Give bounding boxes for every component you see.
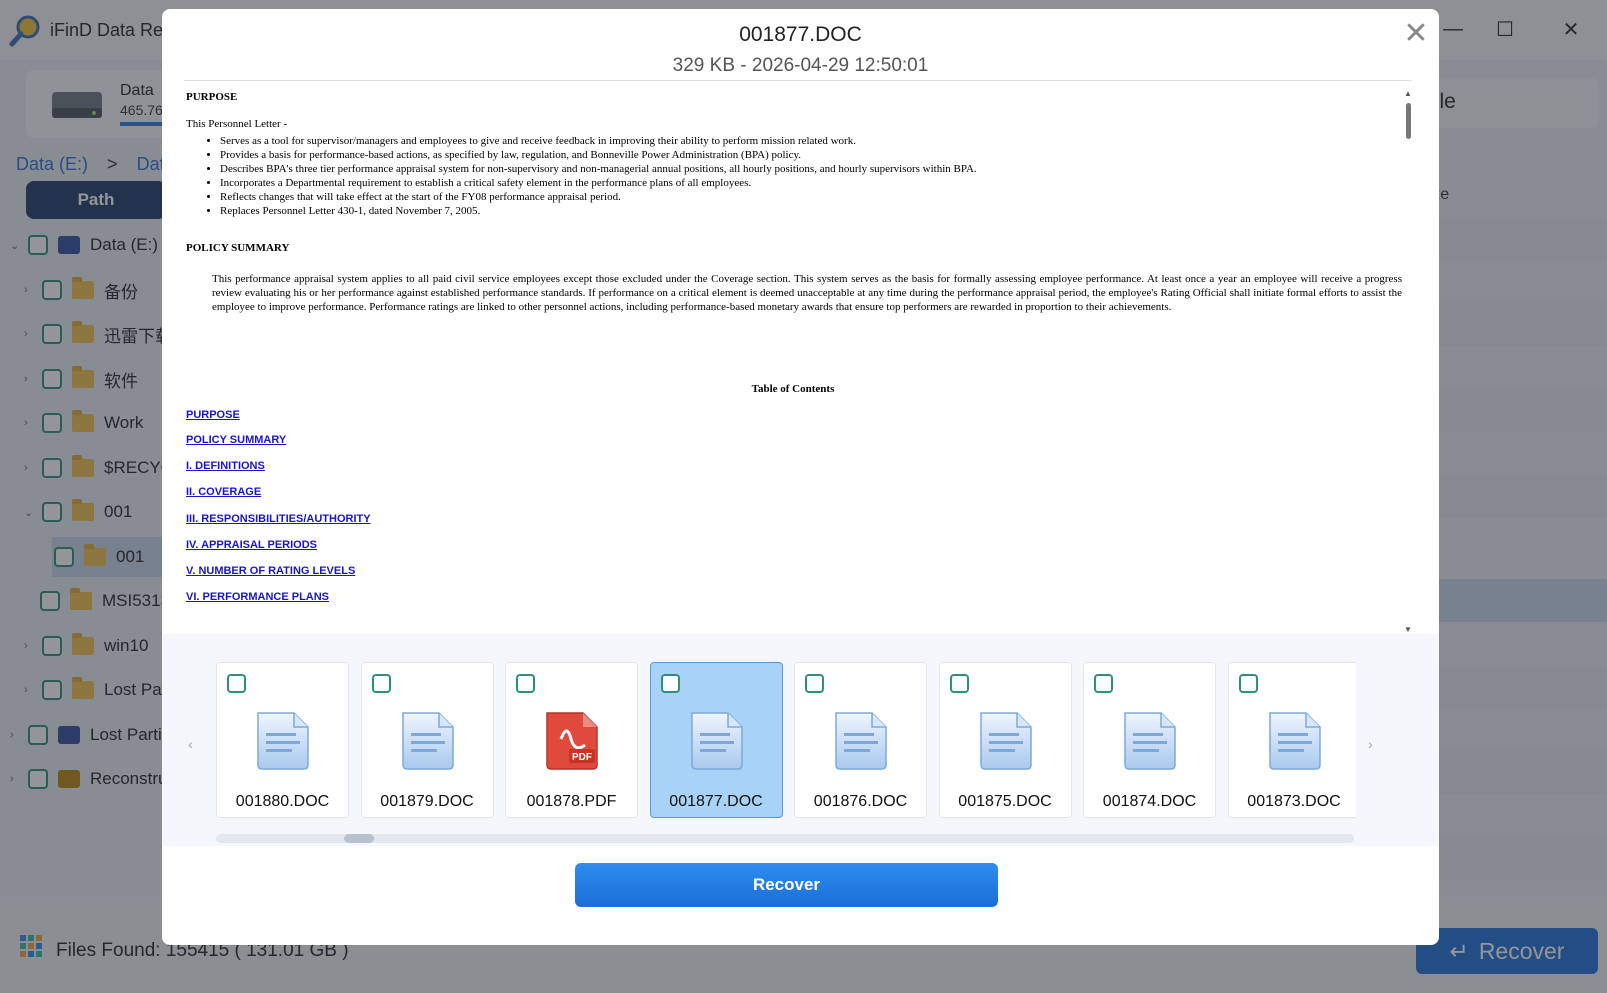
doc-bullet: Reflects changes that will take effect a… <box>220 190 977 204</box>
thumbnail-file-name: 001880.DOC <box>235 793 330 810</box>
thumbnail-card[interactable]: 001876.DOC <box>794 662 927 818</box>
recover-button[interactable]: Recover <box>575 863 998 907</box>
preview-dialog: 001877.DOC 329 KB - 2026-04-29 12:50:01 … <box>162 9 1439 945</box>
doc-policy-paragraph: This performance appraisal system applie… <box>212 273 1402 313</box>
doc-toc-link[interactable]: II. COVERAGE <box>186 486 261 498</box>
document-file-icon <box>252 709 314 771</box>
document-file-icon <box>397 709 459 771</box>
close-icon[interactable]: ✕ <box>1402 19 1430 49</box>
thumbnail-card[interactable]: PDF 001878.PDF <box>505 662 638 818</box>
doc-bullet: Replaces Personnel Letter 430-1, dated N… <box>220 204 977 218</box>
thumbnail-file-name: 001876.DOC <box>813 793 908 810</box>
thumbnail-checkbox[interactable] <box>1238 674 1258 693</box>
doc-toc-link[interactable]: IV. APPRAISAL PERIODS <box>186 539 317 551</box>
thumbnail-card[interactable]: 001874.DOC <box>1083 662 1216 818</box>
thumbnail-file-name: 001874.DOC <box>1102 793 1197 810</box>
doc-bullet: Incorporates a Departmental requirement … <box>220 176 977 190</box>
preview-file-info: 329 KB - 2026-04-29 12:50:01 <box>672 55 929 76</box>
thumbnail-checkbox[interactable] <box>1094 674 1113 693</box>
thumbnail-card[interactable]: 001877.DOC <box>649 662 783 818</box>
thumbnail-file-name: 001873.DOC <box>1247 793 1341 810</box>
doc-toc-link[interactable]: PURPOSE <box>186 409 240 421</box>
doc-bullet: Provides a basis for performance-based a… <box>220 148 977 162</box>
doc-toc-link[interactable]: VI. PERFORMANCE PLANS <box>186 591 329 603</box>
thumbnail-file-name: 001878.PDF <box>526 793 617 810</box>
thumbnail-checkbox[interactable] <box>949 674 969 693</box>
thumbnail-scrollbar[interactable] <box>216 834 1354 843</box>
thumbnail-checkbox[interactable] <box>227 674 246 693</box>
chevron-left-icon[interactable]: ‹ <box>188 736 193 752</box>
doc-toc-link[interactable]: V. NUMBER OF RATING LEVELS <box>186 565 355 577</box>
document-scrollbar[interactable]: ▲ ▼ <box>1404 89 1414 637</box>
thumbnail-checkbox[interactable] <box>516 674 535 693</box>
document-file-icon <box>1119 709 1181 771</box>
doc-toc-title: Table of Contents <box>751 383 835 395</box>
document-preview[interactable]: PURPOSE This Personnel Letter - Serves a… <box>184 81 1402 649</box>
thumbnail-checkbox[interactable] <box>371 674 391 693</box>
doc-bullet-list: Serves as a tool for supervisor/managers… <box>218 134 977 218</box>
chevron-right-icon[interactable]: › <box>1368 736 1373 752</box>
thumbnail-card[interactable]: 001880.DOC <box>216 662 349 818</box>
doc-heading-policy: POLICY SUMMARY <box>186 242 290 254</box>
pdf-file-icon: PDF <box>541 709 603 771</box>
svg-text:PDF: PDF <box>572 752 592 763</box>
thumbnail-file-name: 001877.DOC <box>669 793 763 810</box>
thumbnail-strip: ‹ › 001880.DOC 001879.DOC PDF 001878.PDF 001… <box>162 634 1439 846</box>
thumbnail-checkbox[interactable] <box>660 674 680 693</box>
doc-toc-link[interactable]: I. DEFINITIONS <box>186 460 265 472</box>
thumbnail-file-name: 001879.DOC <box>380 793 474 810</box>
thumbnail-checkbox[interactable] <box>805 674 824 693</box>
thumbnail-file-name: 001875.DOC <box>958 793 1052 810</box>
scrollbar-thumb[interactable] <box>1406 103 1411 139</box>
doc-bullet: Serves as a tool for supervisor/managers… <box>220 134 977 148</box>
thumbnail-scrollbar-thumb[interactable] <box>344 834 374 843</box>
doc-toc-link[interactable]: POLICY SUMMARY <box>186 434 286 446</box>
document-file-icon <box>830 709 892 771</box>
doc-intro: This Personnel Letter - <box>186 118 288 130</box>
document-file-icon <box>686 709 748 771</box>
document-file-icon <box>975 709 1037 771</box>
doc-heading-purpose: PURPOSE <box>186 91 238 103</box>
thumbnail-list: 001880.DOC 001879.DOC PDF 001878.PDF 001877.… <box>216 662 1356 820</box>
doc-toc-link[interactable]: III. RESPONSIBILITIES/AUTHORITY <box>186 513 371 525</box>
thumbnail-card[interactable]: 001879.DOC <box>360 662 494 818</box>
thumbnail-card[interactable]: 001875.DOC <box>938 662 1072 818</box>
document-file-icon <box>1264 709 1326 771</box>
doc-bullet: Describes BPA's three tier performance a… <box>220 162 977 176</box>
thumbnail-card[interactable]: 001873.DOC <box>1227 662 1356 818</box>
scroll-up-icon[interactable]: ▲ <box>1404 89 1412 98</box>
scroll-down-icon[interactable]: ▼ <box>1404 625 1412 634</box>
preview-file-name: 001877.DOC <box>739 23 862 46</box>
